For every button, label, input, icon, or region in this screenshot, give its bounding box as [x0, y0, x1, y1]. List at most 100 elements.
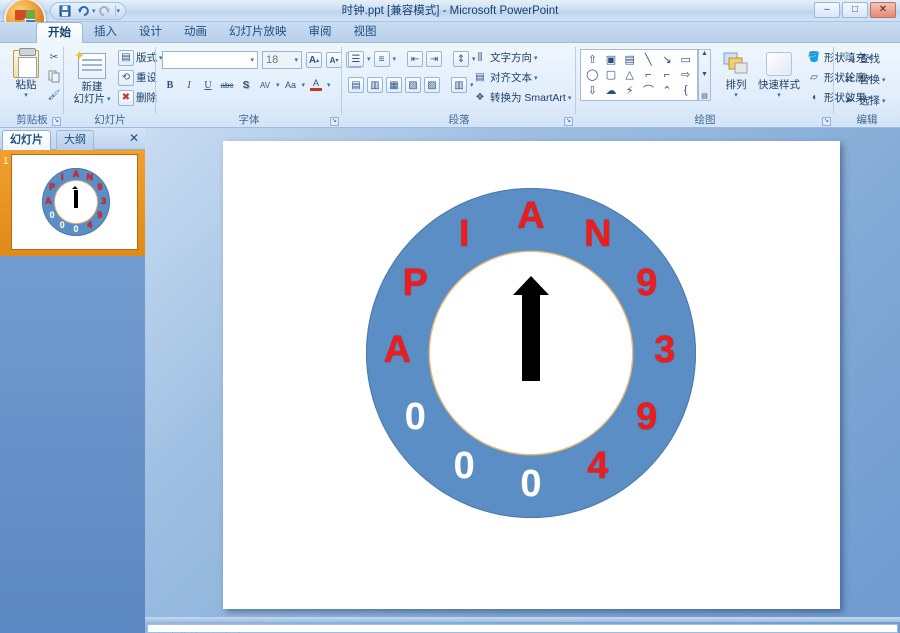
close-button[interactable]: ✕ [870, 2, 896, 18]
line-spacing-icon[interactable]: ⇕ [453, 51, 469, 67]
replace-dropdown-icon[interactable]: ▾ [882, 76, 886, 84]
italic-button[interactable]: I [181, 77, 197, 93]
undo-icon[interactable] [74, 4, 91, 19]
format-painter-icon[interactable]: 🖌 [46, 87, 62, 103]
shapes-gallery-scrollbar[interactable]: ▲ ▼ ▤ [698, 49, 711, 101]
font-size-input[interactable]: 18 ▾ [262, 51, 302, 69]
clipboard-dialog-launcher[interactable]: ↘ [52, 117, 61, 126]
grow-font-icon[interactable]: A▴ [306, 52, 322, 68]
save-icon[interactable] [56, 4, 73, 19]
new-slide-button[interactable]: ✦ 新建 幻灯片 ▾ [70, 49, 114, 105]
tab-review[interactable]: 审阅 [298, 22, 343, 43]
shape-line-icon[interactable]: ╲ [639, 52, 658, 67]
change-case-button[interactable]: Aa [283, 77, 299, 93]
shape-rectangle-icon[interactable]: ▭ [676, 52, 695, 67]
paste-dropdown-icon[interactable]: ▾ [24, 91, 28, 99]
text-shadow-button[interactable]: S [238, 77, 254, 93]
new-slide-dropdown-icon[interactable]: ▾ [107, 94, 111, 105]
pane-close-icon[interactable]: ✕ [129, 131, 139, 145]
select-button[interactable]: ➤ 选择 ▾ [839, 92, 888, 109]
char-spacing-dropdown-icon[interactable]: ▾ [276, 81, 280, 89]
shape-brace-icon[interactable]: { [676, 82, 695, 98]
shape-rounded-rect-icon[interactable]: ▢ [602, 67, 621, 82]
gallery-scroll-down-icon[interactable]: ▼ [701, 71, 708, 78]
find-button[interactable]: 🔍 查找 [839, 50, 888, 67]
character-spacing-button[interactable]: AV [257, 77, 273, 93]
shape-arc2-icon[interactable]: ⌃ [658, 82, 677, 98]
scissors-icon[interactable]: ✂ [46, 49, 62, 65]
quick-styles-button[interactable]: 快速样式 ▾ [756, 47, 802, 99]
bullet-list-icon[interactable]: ☰ [348, 51, 364, 67]
shape-lightning-icon[interactable]: ⚡ [620, 82, 639, 98]
underline-button[interactable]: U [200, 77, 216, 93]
tab-design[interactable]: 设计 [128, 22, 173, 43]
shape-elbow1-icon[interactable]: ⌐ [639, 67, 658, 82]
select-dropdown-icon[interactable]: ▾ [882, 97, 886, 105]
tab-slideshow[interactable]: 幻灯片放映 [218, 22, 298, 43]
numbered-list-icon[interactable]: ≡ [374, 51, 390, 67]
strikethrough-button[interactable]: abc [219, 77, 235, 93]
shape-right-arrow-icon[interactable]: ⇨ [676, 67, 695, 82]
paragraph-dialog-launcher[interactable]: ↘ [564, 117, 573, 126]
font-color-dropdown-icon[interactable]: ▾ [327, 81, 331, 89]
tab-view[interactable]: 视图 [343, 22, 388, 43]
font-name-input[interactable]: ▾ [162, 51, 258, 69]
font-size-dropdown-icon[interactable]: ▾ [294, 56, 298, 64]
columns-icon[interactable]: ▥ [451, 77, 467, 93]
text-direction-button[interactable]: ⫼ 文字方向 ▾ [470, 49, 573, 66]
font-name-dropdown-icon[interactable]: ▾ [250, 56, 254, 64]
decrease-indent-icon[interactable]: ⇤ [407, 51, 423, 67]
shape-picture1-icon[interactable]: ▣ [602, 52, 621, 67]
quick-styles-dropdown-icon[interactable]: ▾ [777, 91, 781, 99]
minimize-button[interactable]: – [814, 2, 840, 18]
shape-down-arrow-icon[interactable]: ⇩ [583, 82, 602, 98]
shrink-font-icon[interactable]: A▾ [326, 52, 342, 68]
convert-smartart-button[interactable]: ❖ 转换为 SmartArt ▾ [470, 89, 573, 106]
tab-insert[interactable]: 插入 [83, 22, 128, 43]
redo-icon[interactable] [97, 4, 114, 19]
notes-splitter[interactable] [145, 617, 900, 622]
replace-button[interactable]: ⇄ 替换 ▾ [839, 71, 888, 88]
shape-ellipse-icon[interactable]: ◯ [583, 67, 602, 82]
shape-arc1-icon[interactable]: ⌒ [639, 82, 658, 98]
slide-thumbnail[interactable]: AN9394000API [12, 155, 137, 249]
shape-up-arrow-icon[interactable]: ⇧ [583, 52, 602, 67]
gallery-scroll-up-icon[interactable]: ▲ [701, 50, 708, 57]
copy-icon[interactable] [46, 68, 62, 84]
undo-dropdown-icon[interactable]: ▾ [92, 7, 96, 15]
notes-pane[interactable]: 单击此处添加备注 [147, 624, 898, 633]
slide-canvas[interactable]: AN9394000API [223, 141, 840, 609]
arrange-button[interactable]: 排列 ▾ [716, 47, 756, 99]
justify-icon[interactable]: ▧ [405, 77, 421, 93]
distribute-icon[interactable]: ▨ [424, 77, 440, 93]
smartart-dropdown-icon[interactable]: ▾ [568, 94, 572, 102]
shape-elbow2-icon[interactable]: ⌐ [658, 67, 677, 82]
font-dialog-launcher[interactable]: ↘ [330, 117, 339, 126]
shape-cloud-icon[interactable]: ☁ [602, 82, 621, 98]
tab-outline[interactable]: 大纲 [56, 130, 94, 150]
customize-icon[interactable]: ▾ [117, 7, 121, 15]
shape-triangle-icon[interactable]: △ [620, 67, 639, 82]
clock-graphic[interactable]: AN9394000API [366, 188, 696, 518]
increase-indent-icon[interactable]: ⇥ [426, 51, 442, 67]
text-direction-dropdown-icon[interactable]: ▾ [534, 54, 538, 62]
tab-slides[interactable]: 幻灯片 [2, 130, 51, 150]
change-case-dropdown-icon[interactable]: ▾ [302, 81, 306, 89]
font-color-button[interactable]: A [308, 77, 324, 93]
shapes-gallery[interactable]: ⇧ ▣ ▤ ╲ ↘ ▭ ◯ ▢ △ ⌐ ⌐ ⇨ ⇩ ☁ ⚡ [580, 49, 698, 101]
slide-thumbnail-item[interactable]: 1 AN9394000API [0, 150, 145, 256]
shape-picture2-icon[interactable]: ▤ [620, 52, 639, 67]
bullets-dropdown-icon[interactable]: ▾ [367, 55, 371, 63]
arrange-dropdown-icon[interactable]: ▾ [734, 91, 738, 99]
tab-home[interactable]: 开始 [36, 22, 83, 43]
align-right-icon[interactable]: ▦ [386, 77, 402, 93]
maximize-button[interactable]: □ [842, 2, 868, 18]
drawing-dialog-launcher[interactable]: ↘ [822, 117, 831, 126]
align-text-dropdown-icon[interactable]: ▾ [534, 74, 538, 82]
gallery-more-icon[interactable]: ▤ [701, 92, 708, 100]
align-text-button[interactable]: ▤ 对齐文本 ▾ [470, 69, 573, 86]
bold-button[interactable]: B [162, 77, 178, 93]
tab-animation[interactable]: 动画 [173, 22, 218, 43]
align-left-icon[interactable]: ▤ [348, 77, 364, 93]
paste-button[interactable]: 粘贴 ▾ [2, 47, 50, 99]
